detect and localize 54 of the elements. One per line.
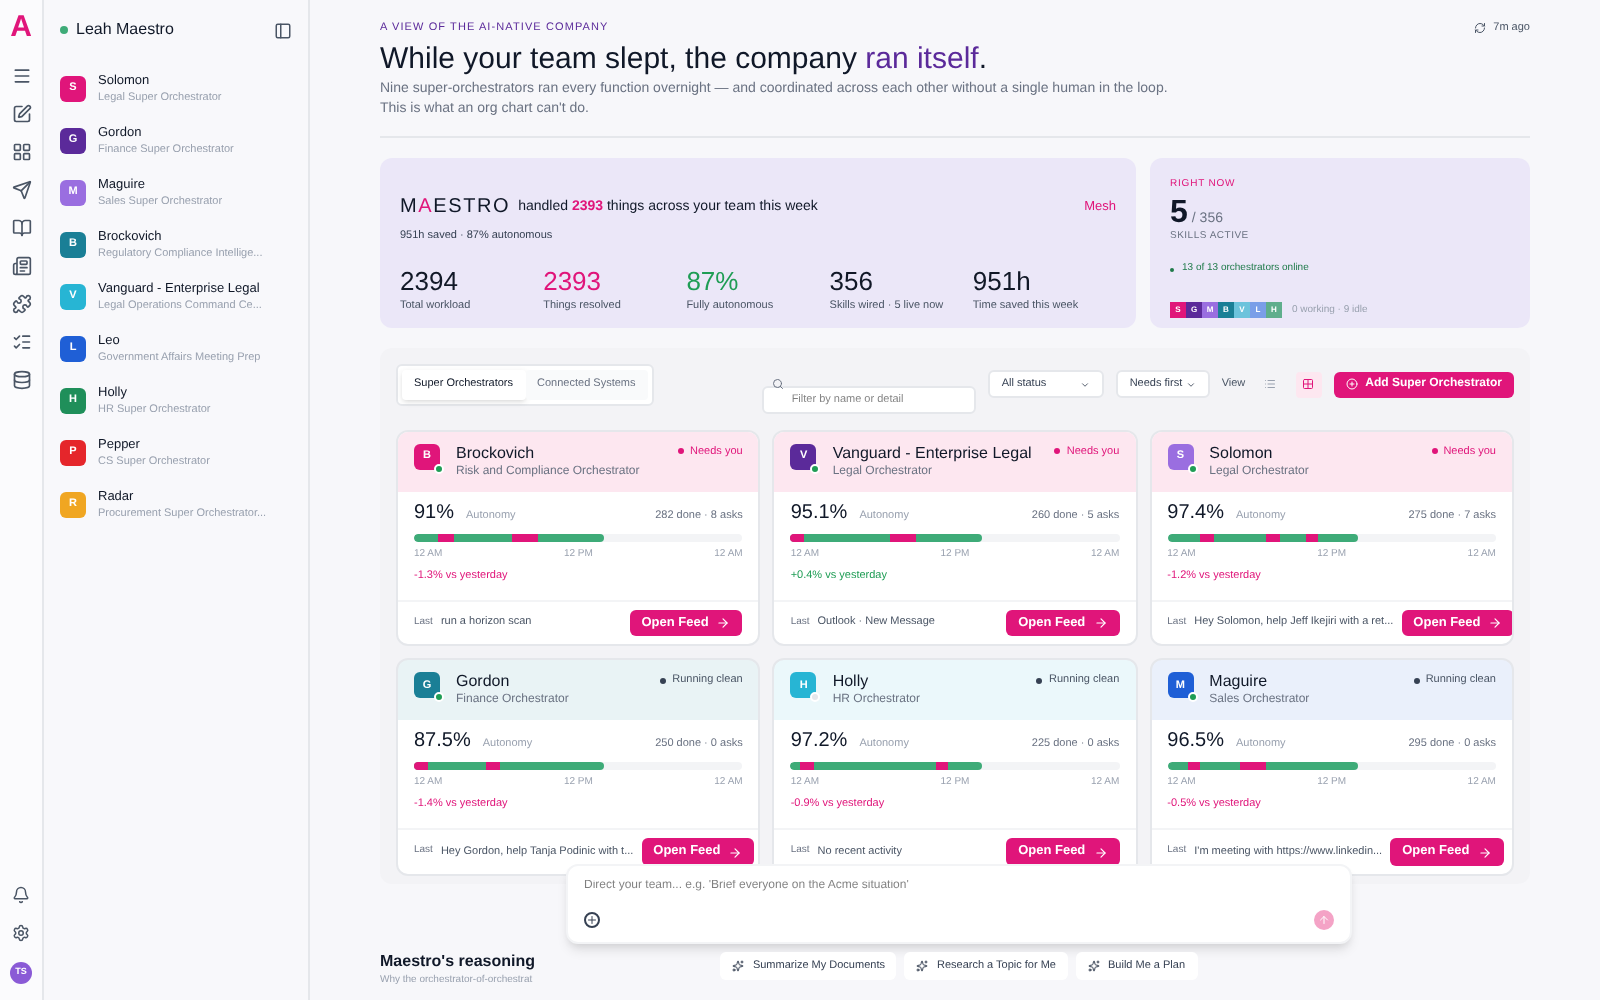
grid-icon [1302,378,1315,391]
sidebar-toggle-icon[interactable] [274,21,292,39]
stat-value: 87% [686,265,741,297]
checklist-icon[interactable] [11,332,31,352]
arrow-icon [728,845,743,860]
active-count: 5 [1170,197,1188,230]
stat-value: 2394 [400,265,460,297]
page-title: While your team slept, the company ran itself. [380,40,989,81]
attach-icon[interactable] [584,912,600,928]
grid-icon[interactable] [11,142,31,162]
orchestrator-name: Maguire [1209,672,1270,693]
arrow-icon [1477,845,1492,860]
orchestrator-name: Holly [832,672,871,693]
refresh-icon [1473,22,1486,35]
settings-icon[interactable] [12,924,30,942]
arrow-icon [716,615,731,630]
stat-value: 951h [972,265,1033,297]
list-icon [1264,378,1277,391]
arrow-icon [1093,845,1108,860]
arrow-icon [1318,914,1330,926]
autonomy-value: 87.5% [414,730,471,755]
autonomy-value: 95.1% [790,501,848,525]
stat-value: 2393 [543,265,604,297]
database-icon[interactable] [11,370,31,390]
menu-icon[interactable] [11,66,31,86]
arrow-icon [1488,615,1503,630]
notification-icon[interactable] [12,886,30,904]
sparkle-icon [1088,960,1100,973]
brand-logo: MAESTRO [400,194,511,223]
chevron-icon [1079,379,1090,390]
grid-view-button[interactable] [1295,371,1322,398]
orchestrator-name: Brockovich [456,443,537,463]
logo[interactable]: A [10,12,32,42]
book-icon[interactable] [11,218,31,238]
arrow-icon [1093,615,1108,630]
chevron-icon [1185,379,1196,390]
autonomy-value: 91% [414,501,455,525]
compose-icon[interactable] [11,104,31,124]
orchestrator-name: Gordon [456,672,512,693]
puzzle-icon[interactable] [11,294,31,314]
sparkle-icon [732,960,745,973]
orchestrator-name: Vanguard - Enterprise Legal [832,443,1034,463]
user-name: Leah Maestro [76,18,174,42]
search-icon [771,378,784,391]
sparkle-icon [916,960,929,973]
send-icon[interactable] [11,180,31,200]
add-icon [1345,378,1358,391]
autonomy-value: 96.5% [1167,730,1225,755]
orchestrator-name: Solomon [1209,443,1275,463]
section-title: Maestro's reasoning [380,949,535,973]
stat-value: 356 [829,265,875,297]
autonomy-value: 97.4% [1167,501,1225,525]
autonomy-value: 97.2% [790,730,848,755]
newspaper-icon[interactable] [11,256,31,276]
